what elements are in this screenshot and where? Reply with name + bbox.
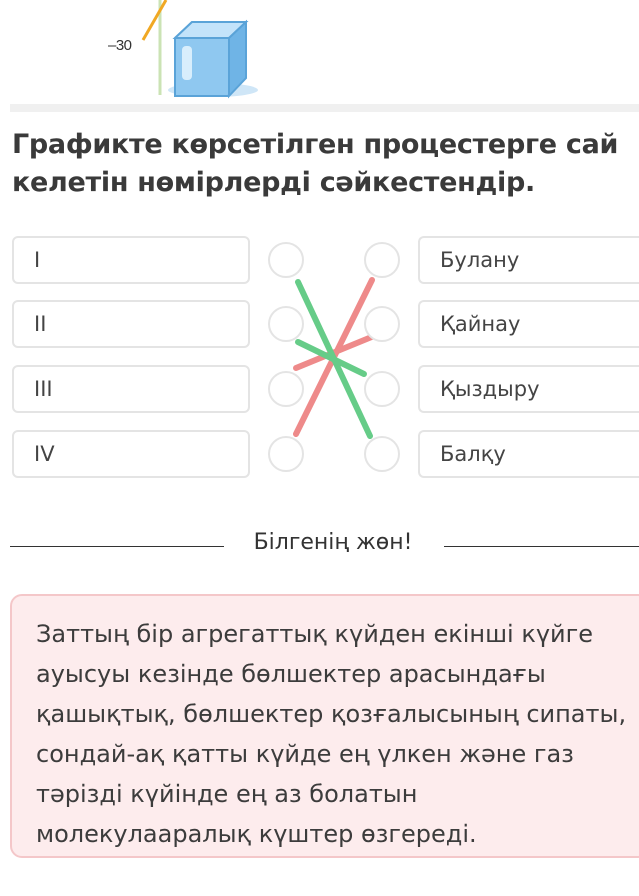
info-box: Заттың бір агрегаттық күйден екінші күйг… [10,594,639,858]
connection-line-ii-qyzdyru [295,339,367,377]
left-connector-dot-4[interactable] [268,436,304,472]
right-connector-dot-3[interactable] [364,371,400,407]
graph-fragment: –30 [0,0,639,100]
match-item-4[interactable]: IV [12,430,250,478]
left-connector-dot-3[interactable] [268,371,304,407]
question-text: Графикте көрсетілген процестерге сай кел… [12,129,619,198]
connection-line-iv-bulanu [293,277,375,437]
right-connector-dot-2[interactable] [364,306,400,342]
answer-option-4[interactable]: Балқу [418,430,639,478]
right-connector-dot-1[interactable] [364,242,400,278]
match-item-2[interactable]: II [12,300,250,348]
left-connector-dot-2[interactable] [268,306,304,342]
graph-curve [141,0,168,41]
section-divider [10,104,639,112]
left-connector-dot-1[interactable] [268,242,304,278]
match-item-3[interactable]: III [12,365,250,413]
info-heading: Білгенің жөн! [253,530,413,555]
connection-line-iii-qainau [293,333,377,371]
ice-cube-icon [168,19,258,99]
graph-svg [141,0,258,99]
separator-line-right [444,546,639,547]
separator-line-left [10,546,224,547]
right-connector-dot-4[interactable] [364,436,400,472]
answer-option-2[interactable]: Қайнау [418,300,639,348]
connection-line-i-balqu [295,279,373,439]
info-text: Заттың бір агрегаттық күйден екінші күйг… [36,620,627,848]
axis-tick-label: –30 [108,37,132,54]
match-item-1[interactable]: I [12,236,250,284]
answer-option-3[interactable]: Қыздыру [418,365,639,413]
answer-option-1[interactable]: Булану [418,236,639,284]
